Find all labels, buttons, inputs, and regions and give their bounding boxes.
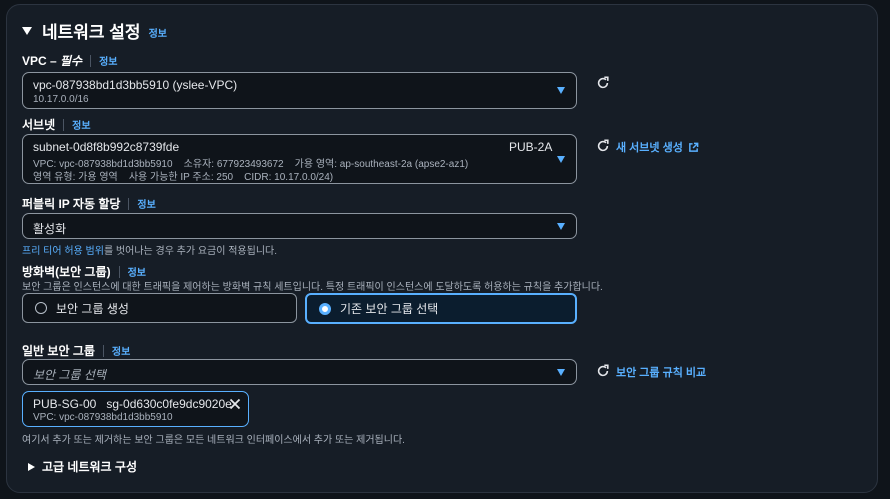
subnet-info-link[interactable]: 정보	[72, 117, 90, 132]
vpc-select[interactable]: vpc-087938bd1d3bb5910 (yslee-VPC) 10.17.…	[22, 72, 577, 109]
refresh-icon[interactable]	[596, 364, 610, 378]
public-ip-info-link[interactable]: 정보	[137, 196, 155, 211]
create-sg-label: 보안 그룹 생성	[56, 301, 129, 316]
close-icon[interactable]	[229, 398, 241, 410]
sg-note: 여기서 추가 또는 제거하는 보안 그룹은 모든 네트워크 인터페이스에서 추가…	[22, 435, 405, 446]
advanced-network-toggle[interactable]: 고급 네트워크 구성	[28, 458, 137, 475]
create-subnet-link[interactable]: 새 서브넷 생성	[616, 139, 699, 155]
common-sg-label: 일반 보안 그룹 정보	[22, 342, 130, 359]
vpc-cidr: 10.17.0.0/16	[33, 94, 89, 105]
public-ip-label-text: 퍼블릭 IP 자동 할당	[22, 197, 121, 211]
public-ip-select[interactable]: 활성화	[22, 213, 577, 239]
existing-sg-label: 기존 보안 그룹 선택	[340, 302, 439, 316]
subnet-value: subnet-0d8f8b992c8739fde	[33, 140, 180, 154]
vpc-info-link[interactable]: 정보	[99, 53, 117, 68]
vpc-value: vpc-087938bd1d3bb5910 (yslee-VPC)	[33, 78, 238, 92]
common-sg-label-text: 일반 보안 그룹	[22, 344, 95, 358]
refresh-icon[interactable]	[596, 76, 610, 90]
public-ip-note: 프리 티어 허용 범위를 벗어나는 경우 추가 요금이 적용됩니다.	[22, 242, 277, 257]
selected-sg-token: PUB-SG-00 sg-0d630c0fe9dc9020e VPC: vpc-…	[22, 391, 249, 427]
public-ip-value: 활성화	[33, 222, 67, 236]
section-title: 네트워크 설정	[42, 23, 141, 42]
firewall-description: 보안 그룹은 인스턴스에 대한 트래픽을 제어하는 방화벽 규칙 세트입니다. …	[22, 282, 603, 293]
vpc-required-text: 필수	[60, 54, 83, 68]
advanced-network-label: 고급 네트워크 구성	[42, 460, 137, 474]
public-ip-note-text: 를 벗어나는 경우 추가 요금이 적용됩니다.	[103, 246, 278, 257]
section-header[interactable]: 네트워크 설정 정보	[22, 18, 167, 43]
create-subnet-label: 새 서브넷 생성	[616, 142, 683, 154]
token-id: sg-0d630c0fe9dc9020e	[106, 397, 232, 411]
existing-sg-option[interactable]: 기존 보안 그룹 선택	[305, 293, 577, 324]
vpc-label: VPC – 필수 정보	[22, 52, 118, 69]
chevron-down-icon	[557, 369, 565, 376]
caret-right-icon	[28, 462, 35, 471]
free-tier-link[interactable]: 프리 티어 허용 범위	[22, 246, 104, 257]
common-sg-info-link[interactable]: 정보	[112, 343, 130, 358]
chevron-down-icon	[557, 87, 565, 94]
caret-down-icon	[22, 27, 32, 35]
subnet-label: 서브넷 정보	[22, 116, 91, 133]
compare-sg-rules-link[interactable]: 보안 그룹 규칙 비교	[616, 364, 706, 380]
section-info-link[interactable]: 정보	[149, 25, 167, 40]
chevron-down-icon	[557, 156, 565, 163]
external-link-icon	[688, 142, 699, 152]
firewall-info-link[interactable]: 정보	[128, 264, 146, 279]
vpc-label-text: VPC –	[22, 53, 61, 68]
refresh-icon[interactable]	[596, 139, 610, 153]
subnet-name: PUB-2A	[509, 140, 553, 154]
sg-select[interactable]: 보안 그룹 선택	[22, 359, 577, 385]
radio-selected-icon[interactable]	[319, 302, 331, 315]
subnet-label-text: 서브넷	[22, 118, 56, 132]
chevron-down-icon	[557, 223, 565, 230]
token-title: PUB-SG-00 sg-0d630c0fe9dc9020e	[33, 397, 232, 411]
subnet-select[interactable]: subnet-0d8f8b992c8739fde PUB-2A VPC: vpc…	[22, 134, 577, 184]
public-ip-label: 퍼블릭 IP 자동 할당 정보	[22, 195, 156, 212]
token-name: PUB-SG-00	[33, 397, 97, 411]
radio-unselected-icon[interactable]	[35, 302, 47, 314]
subnet-detail-2: 영역 유형: 가용 영역 사용 가능한 IP 주소: 250 CIDR: 10.…	[33, 172, 334, 183]
sg-select-placeholder: 보안 그룹 선택	[33, 368, 106, 382]
create-sg-option[interactable]: 보안 그룹 생성	[22, 293, 297, 323]
token-vpc: VPC: vpc-087938bd1d3bb5910	[33, 412, 173, 423]
